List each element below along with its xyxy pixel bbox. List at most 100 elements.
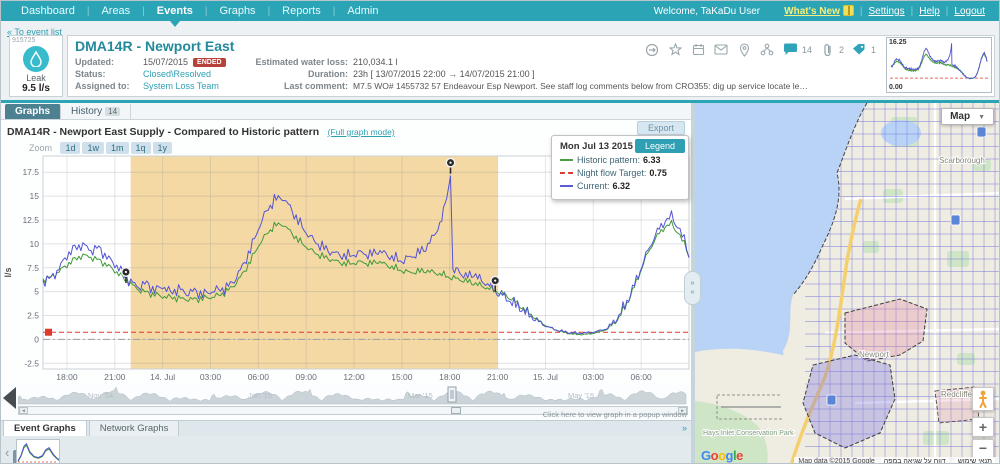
- svg-text:21:00: 21:00: [104, 372, 126, 382]
- full-graph-mode-link[interactable]: (Full graph mode): [328, 127, 395, 137]
- svg-text:14. Jul: 14. Jul: [150, 372, 175, 382]
- collapse-icon[interactable]: «: [691, 289, 695, 296]
- svg-text:06:00: 06:00: [631, 372, 653, 382]
- location-pin-icon[interactable]: [737, 42, 752, 57]
- terms-link[interactable]: תנאי שימוש: [954, 458, 995, 463]
- duration-label: Duration:: [308, 69, 348, 79]
- event-type-label: Leak: [26, 73, 46, 83]
- status-label: Status:: [75, 69, 106, 79]
- zoom-1m-button[interactable]: 1m: [106, 142, 129, 154]
- panel-collapse-pill[interactable]: » «: [684, 271, 701, 305]
- updated-value: 15/07/2015: [143, 57, 189, 67]
- zoom-1w-button[interactable]: 1w: [82, 142, 104, 154]
- svg-text:-2.5: -2.5: [24, 358, 39, 368]
- scroll-left-arrow[interactable]: ◂: [19, 407, 28, 414]
- whats-new-link[interactable]: What's New: [784, 5, 854, 17]
- tab-graphs[interactable]: Graphs: [5, 104, 62, 119]
- map-panel[interactable]: Scarborough Redcliffe Newport Hays Inlet Co…: [695, 103, 999, 464]
- graph-area: Zoom 1d 1w 1m 1q 1y Legend Mon Jul 13 2015 1…: [1, 135, 691, 420]
- zoom-1d-button[interactable]: 1d: [60, 142, 81, 154]
- leak-icon: [23, 46, 49, 72]
- favorite-star-icon[interactable]: [668, 42, 683, 57]
- popup-window-link[interactable]: Click here to view graph in a popup wind…: [543, 410, 687, 419]
- map-zoom-out-button[interactable]: −: [972, 439, 994, 459]
- svg-text:Scarborough: Scarborough: [939, 156, 985, 165]
- content-row: Graphs History 14 DMA14R - Newport East S…: [1, 103, 999, 464]
- email-icon[interactable]: [714, 42, 729, 57]
- zoom-label: Zoom: [29, 143, 53, 153]
- nav-admin[interactable]: Admin: [335, 5, 390, 17]
- takadu-app: Dashboard | Areas | Events | Graphs | Report…: [0, 0, 1000, 464]
- graph-thumbnails: ‹ HistoricContinuousCustomer ...Similar …: [1, 436, 691, 463]
- duration-value: 23h [ 13/07/2015 22:00 → 14/07/2015 21:0…: [353, 69, 535, 79]
- report-error-link[interactable]: דווח על שגיאה במפה: [880, 458, 949, 463]
- svg-text:May '15: May '15: [568, 391, 594, 400]
- tooltip-row: Night flow Target: 0.75: [560, 168, 680, 178]
- map-zoom-in-button[interactable]: +: [972, 417, 994, 437]
- chevron-down-icon: ▼: [978, 114, 985, 121]
- street-view-pegman[interactable]: [972, 387, 994, 411]
- workflow-icon[interactable]: [760, 42, 775, 57]
- event-header: 915725 Leak 9.5 l/s DMA14R - Newport Eas…: [5, 35, 995, 99]
- event-rate: 9.5 l/s: [22, 83, 50, 94]
- map-type-selector[interactable]: Map ▼: [941, 108, 994, 125]
- tab-history[interactable]: History 14: [61, 104, 132, 119]
- svg-text:0: 0: [34, 334, 39, 344]
- google-logo[interactable]: Google: [701, 448, 743, 463]
- graph-tab-strip: Graphs History 14: [1, 103, 691, 120]
- assigned-value[interactable]: System Loss Team: [143, 81, 219, 91]
- svg-text:l/s: l/s: [3, 268, 13, 278]
- svg-text:18:00: 18:00: [56, 372, 78, 382]
- mini-chart-min: 0.00: [889, 84, 903, 91]
- svg-text:03:00: 03:00: [583, 372, 605, 382]
- tooltip-row: Current: 6.32: [560, 181, 680, 191]
- snooze-icon[interactable]: [645, 42, 660, 57]
- svg-text:12:00: 12:00: [343, 372, 365, 382]
- thumbnails-left-chevron[interactable]: ‹: [5, 445, 9, 460]
- zoom-1q-button[interactable]: 1q: [130, 142, 151, 154]
- svg-text:03:00: 03:00: [200, 372, 222, 382]
- graphs-panel: Graphs History 14 DMA14R - Newport East S…: [1, 103, 691, 463]
- map-data-text: Map data ©2015 Google: [798, 458, 875, 464]
- attachment-icon[interactable]: [820, 42, 835, 57]
- calendar-icon[interactable]: [691, 42, 706, 57]
- settings-link[interactable]: Settings: [868, 6, 904, 17]
- tab-network-graphs[interactable]: Network Graphs: [88, 420, 180, 436]
- logout-link[interactable]: Logout: [954, 6, 985, 17]
- export-button[interactable]: Export: [636, 121, 685, 135]
- zoom-1y-button[interactable]: 1y: [152, 142, 173, 154]
- tooltip-row: Historic pattern: 6.33: [560, 155, 680, 165]
- svg-text:Redcliffe: Redcliffe: [941, 390, 973, 399]
- nav-events[interactable]: Events: [145, 5, 205, 27]
- expand-icon[interactable]: »: [691, 280, 695, 287]
- tag-icon[interactable]: [852, 42, 867, 57]
- event-mini-chart[interactable]: 16.25 0.00: [886, 37, 992, 93]
- navigator-collapse-arrow[interactable]: [3, 387, 16, 409]
- bottom-panel-collapse-icon[interactable]: »: [682, 423, 687, 433]
- top-nav: Dashboard | Areas | Events | Graphs | Report…: [1, 1, 999, 27]
- nav-dashboard[interactable]: Dashboard: [9, 5, 87, 17]
- nav-reports[interactable]: Reports: [270, 5, 333, 17]
- scrollbar-thumb[interactable]: [451, 407, 461, 414]
- tooltip-rows: Historic pattern: 6.33 Night flow Target:…: [560, 155, 680, 191]
- nav-areas[interactable]: Areas: [89, 5, 142, 17]
- event-type-card: 915725 Leak 9.5 l/s: [9, 35, 63, 97]
- history-count-badge: 14: [105, 107, 121, 116]
- help-link[interactable]: Help: [919, 6, 940, 17]
- nav-graphs[interactable]: Graphs: [207, 5, 267, 17]
- bottom-tab-bar: Event Graphs Network Graphs »: [1, 420, 691, 436]
- assigned-label: Assigned to:: [75, 81, 130, 91]
- svg-text:17.5: 17.5: [22, 167, 39, 177]
- tab-event-graphs[interactable]: Event Graphs: [3, 420, 87, 436]
- svg-text:15:00: 15:00: [391, 372, 413, 382]
- event-id: 915725: [12, 37, 36, 44]
- map-canvas[interactable]: Scarborough Redcliffe Newport Hays Inlet Co…: [695, 103, 999, 464]
- status-value[interactable]: Closed\Resolved: [143, 69, 211, 79]
- legend-button[interactable]: Legend: [634, 139, 685, 153]
- navigator-handle: [447, 386, 457, 403]
- whats-new-icon: [842, 5, 854, 16]
- comments-icon[interactable]: [783, 42, 798, 57]
- map-attribution: Map data ©2015 Google תנאי שימוש דווח על…: [794, 457, 999, 464]
- thumbnail-historic[interactable]: Historic: [13, 439, 70, 463]
- navigator-svg[interactable]: Nov '14 Jan '15 Mar '15 May '15: [17, 384, 688, 406]
